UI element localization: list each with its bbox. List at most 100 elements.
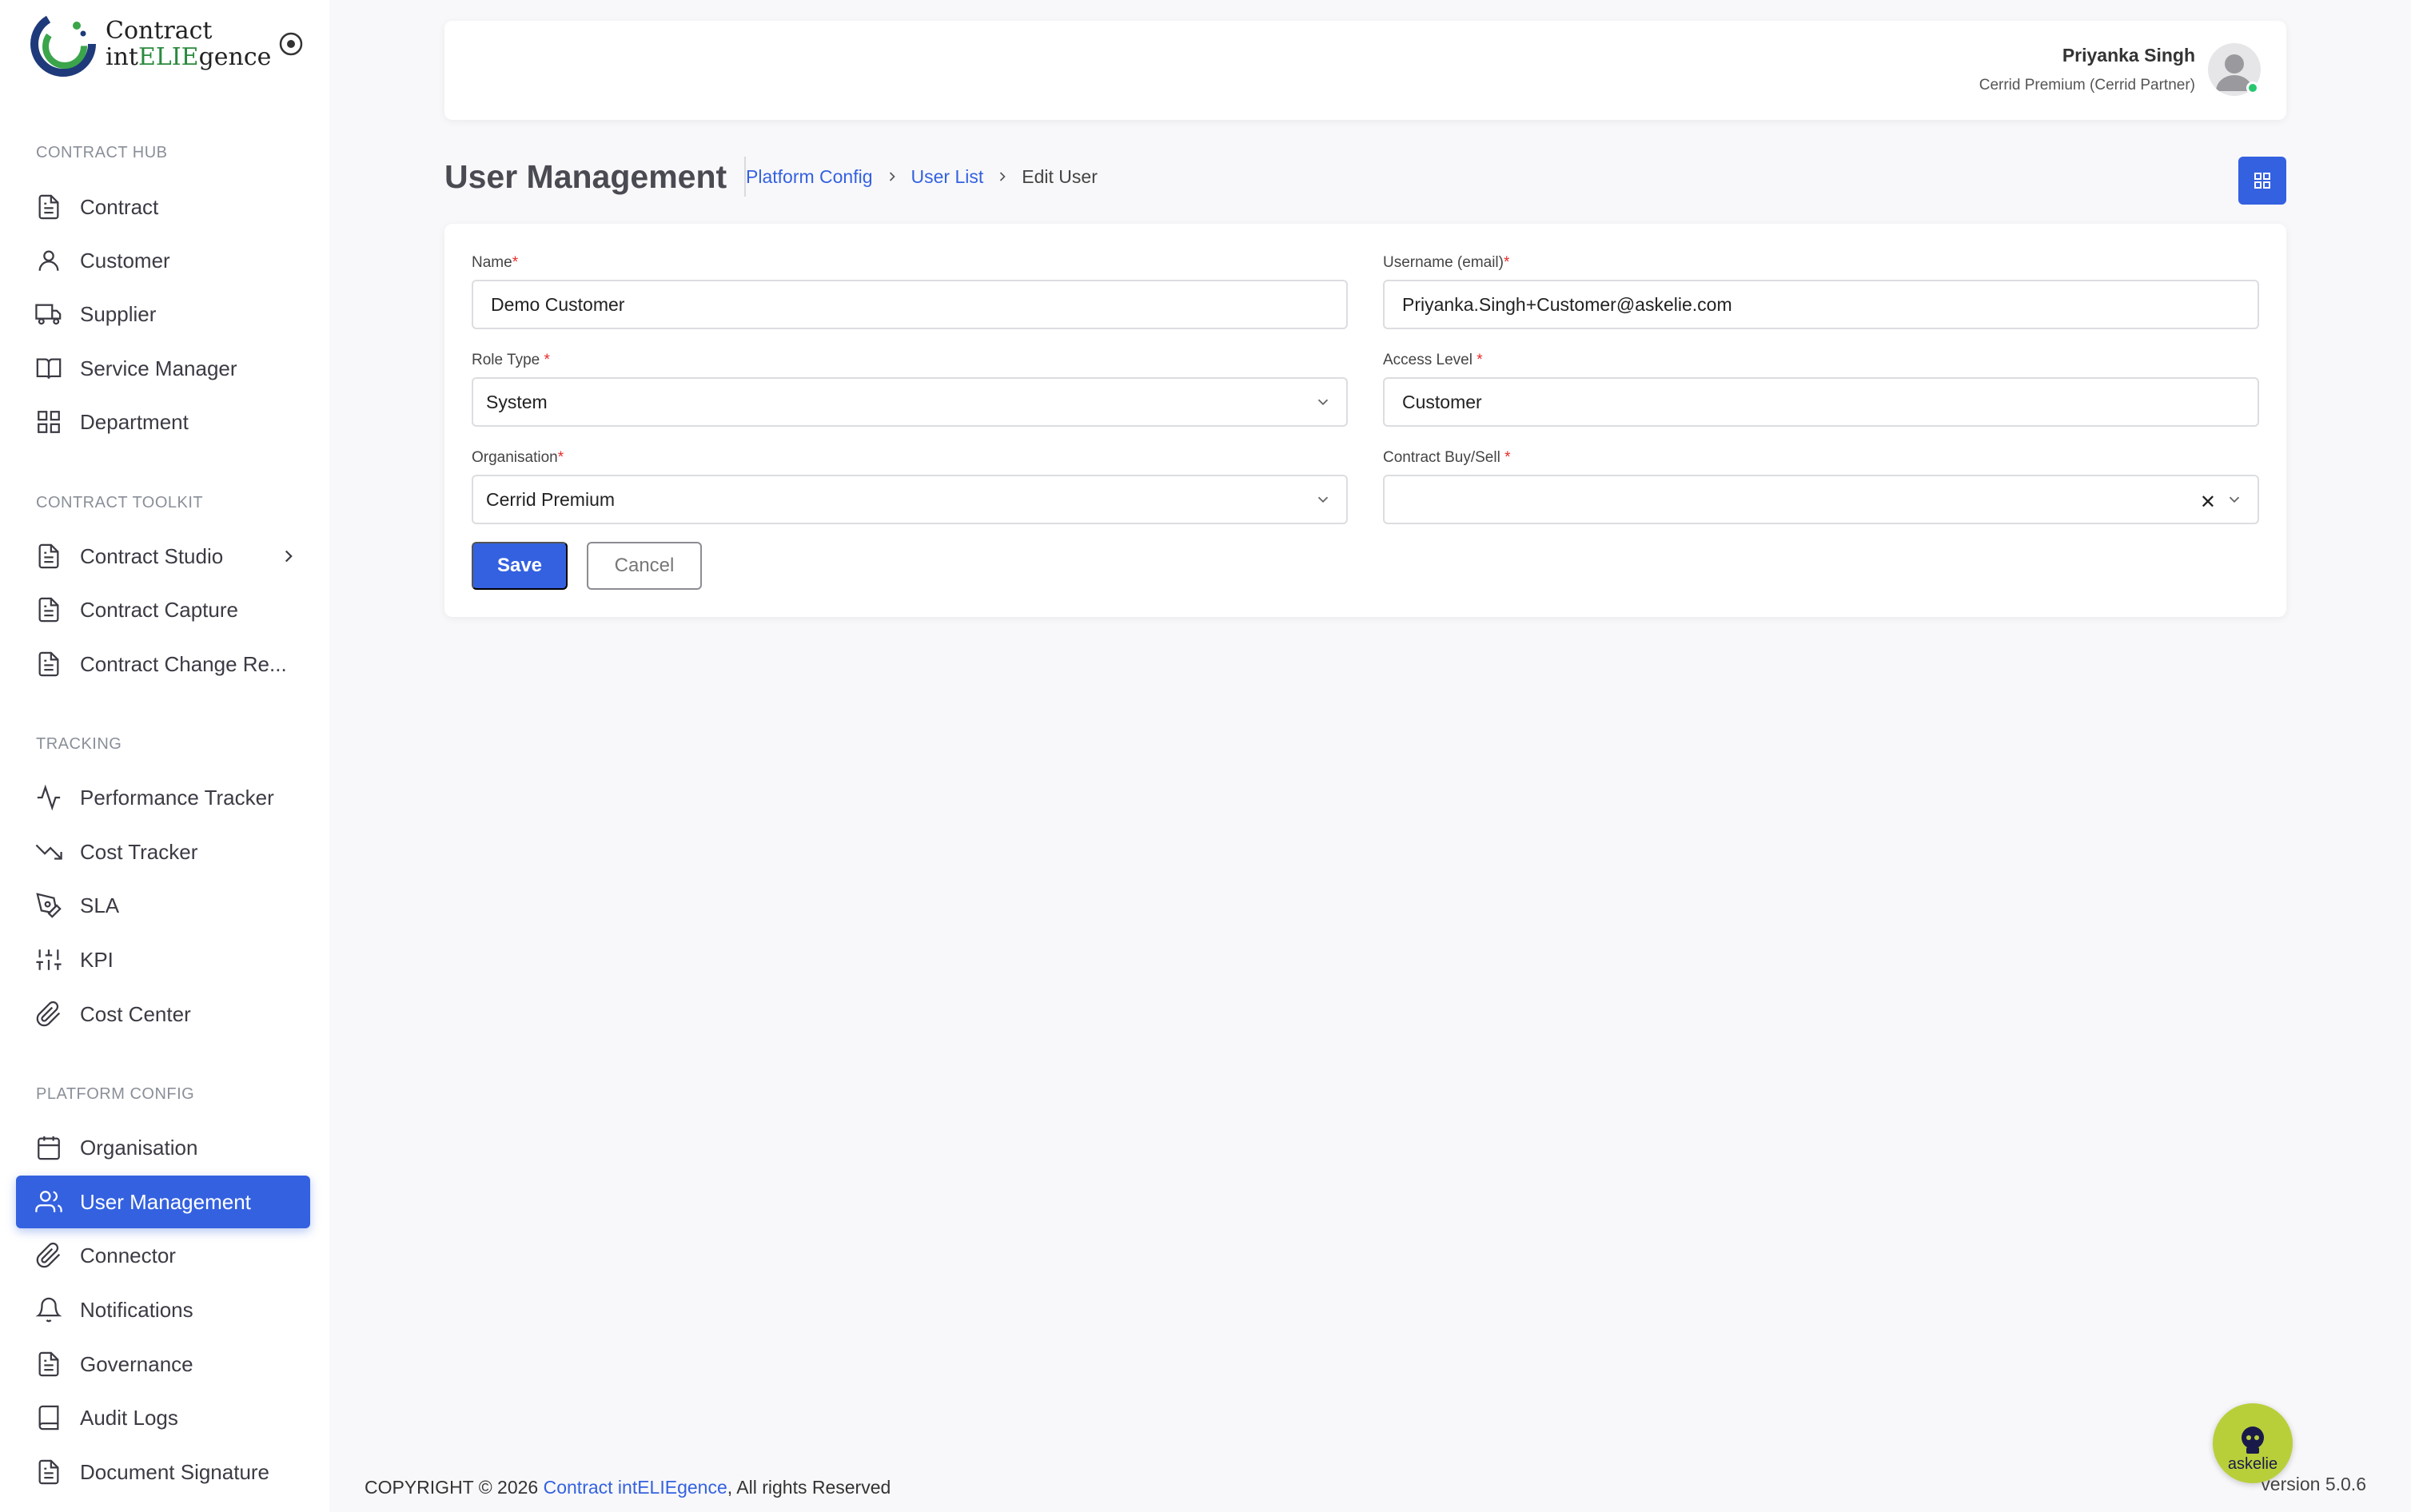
breadcrumb-edit-user: Edit User bbox=[1022, 166, 1098, 187]
sidebar-item-label: Contract bbox=[80, 194, 159, 219]
role-type-select[interactable]: System bbox=[472, 377, 1348, 427]
chevron-down-icon bbox=[1317, 399, 1329, 406]
sidebar-item-label: Performance Tracker bbox=[80, 785, 274, 810]
name-input[interactable]: Demo Customer bbox=[472, 280, 1348, 329]
sidebar-item-contract-studio[interactable]: Contract Studio bbox=[16, 530, 310, 583]
logo-line-2-b: ELIE bbox=[137, 43, 199, 71]
organisation-select[interactable]: Cerrid Premium bbox=[472, 475, 1348, 524]
user-name[interactable]: Priyanka Singh bbox=[2062, 45, 2195, 66]
truck-icon bbox=[35, 304, 62, 325]
sidebar-item-audit-logs[interactable]: Audit Logs bbox=[16, 1391, 310, 1444]
sidebar-item-label: Document Signature bbox=[80, 1459, 270, 1484]
sidebar-item-label: Notifications bbox=[80, 1297, 193, 1322]
sidebar-item-label: Cost Center bbox=[80, 1001, 191, 1026]
sidebar-item-label: Audit Logs bbox=[80, 1405, 178, 1430]
footer-brand-link[interactable]: Contract intELIEgence bbox=[544, 1477, 727, 1498]
calendar-icon bbox=[38, 1136, 60, 1160]
sidebar-item-organisation[interactable]: Organisation bbox=[16, 1121, 310, 1174]
grid-icon bbox=[38, 411, 60, 433]
sidebar-item-label: Governance bbox=[80, 1351, 193, 1376]
book-open-icon bbox=[36, 358, 62, 379]
chevron-right-icon bbox=[1000, 172, 1006, 181]
access-level-label: Access Level * bbox=[1383, 352, 1483, 369]
assistant-label: askelie bbox=[2227, 1455, 2278, 1473]
name-label-text: Name bbox=[472, 254, 512, 271]
sliders-icon bbox=[36, 949, 62, 970]
logo-line-2-a: int bbox=[106, 43, 138, 71]
breadcrumb-platform-config[interactable]: Platform Config bbox=[746, 165, 873, 189]
logo-line-1: Contract bbox=[106, 17, 213, 45]
sidebar: Contract intELIEgence CONTRACT HUB Contr… bbox=[0, 0, 329, 1512]
online-status-dot bbox=[2246, 82, 2259, 94]
required-mark: * bbox=[1476, 352, 1483, 368]
breadcrumb-user-list[interactable]: User List bbox=[911, 165, 984, 189]
username-email-input[interactable]: Priyanka.Singh+Customer@askelie.com bbox=[1383, 280, 2259, 329]
sidebar-item-notifications[interactable]: Notifications bbox=[16, 1283, 310, 1336]
edit-user-form: Name* Demo Customer Username (email)* Pr… bbox=[444, 224, 2286, 617]
access-level-input[interactable]: Customer bbox=[1383, 377, 2259, 427]
chevron-down-icon bbox=[1317, 496, 1329, 503]
footer-copyright: COPYRIGHT © 2026 Contract intELIEgence, … bbox=[365, 1477, 891, 1498]
bell-icon bbox=[35, 1297, 62, 1323]
contract-buy-sell-select[interactable]: ✕ bbox=[1383, 475, 2259, 524]
sidebar-item-contract-capture[interactable]: Contract Capture bbox=[16, 583, 310, 636]
sidebar-item-document-signature[interactable]: Document Signature bbox=[16, 1446, 310, 1498]
chevron-right-icon bbox=[889, 172, 895, 181]
askelie-assistant-button[interactable]: askelie bbox=[2213, 1403, 2293, 1483]
sidebar-item-governance[interactable]: Governance bbox=[16, 1338, 310, 1391]
sidebar-item-label: Service Manager bbox=[80, 356, 237, 380]
sidebar-item-supplier[interactable]: Supplier bbox=[16, 288, 310, 340]
save-button[interactable]: Save bbox=[472, 542, 568, 590]
sidebar-item-performance-tracker[interactable]: Performance Tracker bbox=[16, 771, 310, 824]
sidebar-item-customer[interactable]: Customer bbox=[16, 234, 310, 287]
clear-selection-icon[interactable]: ✕ bbox=[2200, 491, 2216, 514]
paperclip-icon bbox=[36, 1001, 61, 1027]
sidebar-item-cost-center[interactable]: Cost Center bbox=[16, 988, 310, 1040]
sidebar-item-cost-tracker[interactable]: Cost Tracker bbox=[16, 826, 310, 878]
sidebar-toggle-icon[interactable] bbox=[277, 30, 305, 58]
user-organisation: Cerrid Premium (Cerrid Partner) bbox=[1979, 77, 2195, 94]
user-icon bbox=[38, 250, 59, 271]
breadcrumb: Platform Config User List Edit User bbox=[746, 165, 1098, 189]
top-header: Priyanka Singh Cerrid Premium (Cerrid Pa… bbox=[444, 21, 2286, 120]
contract-buy-sell-label-text: Contract Buy/Sell bbox=[1383, 449, 1505, 466]
chevron-right-icon bbox=[285, 550, 293, 563]
sidebar-item-label: Organisation bbox=[80, 1135, 198, 1160]
version-label: version 5.0.6 bbox=[2261, 1474, 2366, 1494]
sidebar-item-department[interactable]: Department bbox=[16, 396, 310, 448]
logo-swirl-icon bbox=[30, 11, 96, 77]
page-title: User Management bbox=[444, 157, 747, 197]
sidebar-item-label: Cost Tracker bbox=[80, 839, 198, 864]
book-icon bbox=[38, 1405, 59, 1430]
apps-grid-button[interactable] bbox=[2238, 157, 2286, 205]
required-mark: * bbox=[544, 352, 550, 368]
access-level-value: Customer bbox=[1402, 391, 1482, 412]
required-mark: * bbox=[557, 449, 564, 466]
users-icon bbox=[35, 1191, 62, 1212]
sidebar-item-contract-change-request[interactable]: Contract Change Re... bbox=[16, 638, 310, 690]
paperclip-icon bbox=[36, 1242, 61, 1268]
name-label: Name* bbox=[472, 254, 518, 272]
required-mark: * bbox=[1503, 254, 1510, 271]
sidebar-item-connector[interactable]: Connector bbox=[16, 1229, 310, 1282]
app-logo[interactable]: Contract intELIEgence bbox=[27, 8, 271, 80]
cancel-button[interactable]: Cancel bbox=[587, 542, 702, 590]
copyright-text: COPYRIGHT © 2026 bbox=[365, 1477, 544, 1498]
organisation-value: Cerrid Premium bbox=[486, 488, 616, 510]
sidebar-item-sla[interactable]: SLA bbox=[16, 879, 310, 932]
username-label: Username (email)* bbox=[1383, 254, 1509, 272]
sidebar-item-label: Connector bbox=[80, 1243, 176, 1267]
document-icon bbox=[38, 194, 59, 220]
sidebar-item-label: Customer bbox=[80, 248, 170, 273]
access-level-label-text: Access Level bbox=[1383, 352, 1477, 368]
document-icon bbox=[38, 1459, 59, 1485]
trending-down-icon bbox=[35, 844, 62, 860]
section-title-tracking: TRACKING bbox=[36, 735, 122, 753]
sidebar-item-kpi[interactable]: KPI bbox=[16, 933, 310, 986]
sidebar-item-label: User Management bbox=[80, 1189, 251, 1214]
role-type-label: Role Type * bbox=[472, 352, 550, 369]
sidebar-item-user-management[interactable]: User Management bbox=[16, 1176, 310, 1228]
sidebar-item-service-manager[interactable]: Service Manager bbox=[16, 342, 310, 395]
contract-buy-sell-label: Contract Buy/Sell * bbox=[1383, 449, 1510, 467]
sidebar-item-contract[interactable]: Contract bbox=[16, 181, 310, 233]
